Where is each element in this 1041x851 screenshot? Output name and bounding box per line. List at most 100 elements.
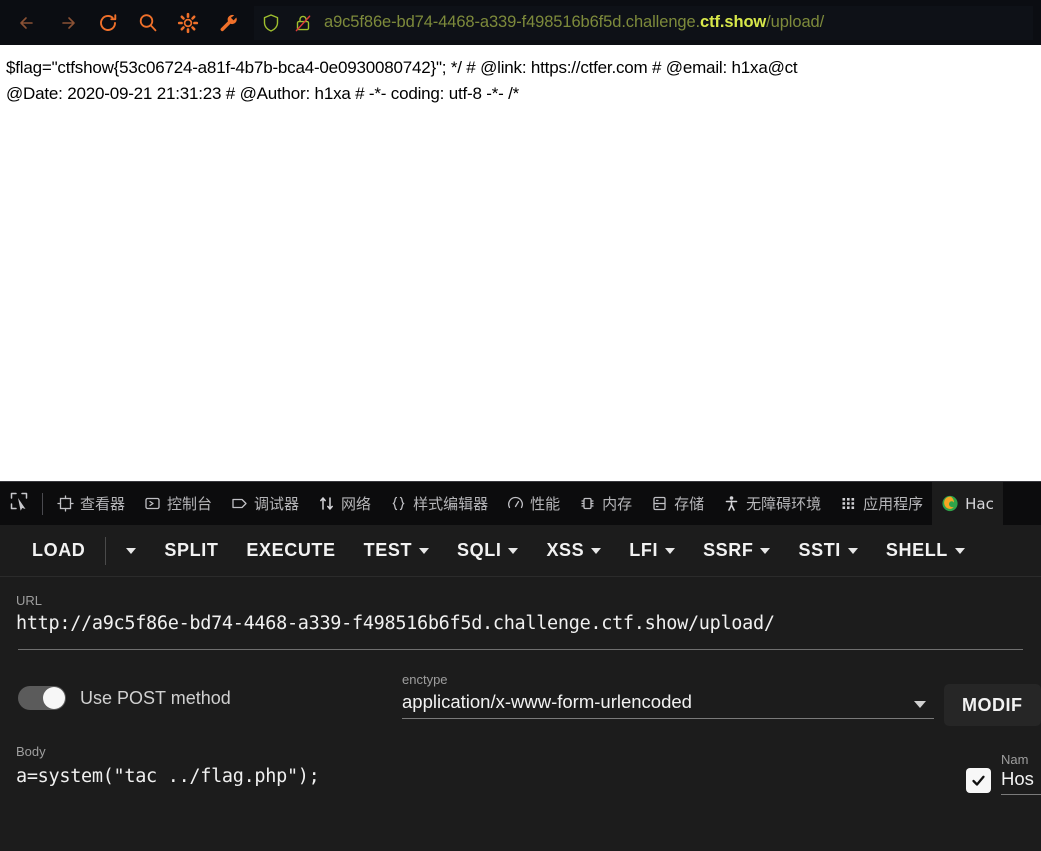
tab-storage[interactable]: 存储 — [641, 482, 713, 525]
tab-performance[interactable]: 性能 — [497, 482, 569, 525]
memory-icon — [578, 495, 596, 513]
tab-hackbar[interactable]: Hac — [932, 482, 1003, 525]
url-prefix: a9c5f86e-bd74-4468-a339-f498516b6f5d.cha… — [324, 13, 701, 31]
ssrf-button-label: SSRF — [703, 540, 754, 560]
body-field-label: Body — [16, 744, 46, 759]
url-host-highlight: ctf.show — [700, 13, 767, 31]
modify-header-button[interactable]: MODIF — [944, 684, 1041, 726]
browser-navigation-bar: a9c5f86e-bd74-4468-a339-f498516b6f5d.cha… — [0, 0, 1041, 45]
ssti-menu-button[interactable]: SSTI — [784, 525, 871, 577]
split-button[interactable]: SPLIT — [150, 525, 232, 577]
search-button[interactable] — [128, 3, 168, 43]
forward-button[interactable] — [48, 3, 88, 43]
settings-button[interactable] — [168, 3, 208, 43]
network-icon — [317, 495, 335, 513]
enctype-field-label: enctype — [402, 672, 448, 687]
test-button-label: TEST — [363, 540, 413, 560]
storage-icon — [650, 495, 668, 513]
url-field-label: URL — [16, 593, 43, 608]
execute-button-label: EXECUTE — [246, 540, 336, 560]
reload-icon — [96, 11, 120, 35]
gear-icon — [176, 11, 200, 35]
chevron-down-icon — [847, 547, 858, 554]
url-bar[interactable]: a9c5f86e-bd74-4468-a339-f498516b6f5d.cha… — [254, 5, 1033, 40]
chevron-down-icon — [954, 547, 965, 554]
element-picker-icon — [9, 491, 29, 516]
tab-console-label: 控制台 — [167, 495, 213, 513]
toggle-knob — [43, 687, 65, 709]
header-row-group: Nam Hos — [966, 744, 1041, 795]
url-input[interactable]: http://a9c5f86e-bd74-4468-a339-f498516b6… — [16, 609, 1025, 639]
body-and-headers-row: Body a=system("tac ../flag.php"); Nam Ho… — [0, 726, 1041, 795]
header-name-input[interactable]: Hos — [1001, 768, 1041, 795]
chevron-down-icon — [760, 547, 771, 554]
back-button[interactable] — [8, 3, 48, 43]
shell-menu-button[interactable]: SHELL — [872, 525, 979, 577]
sqli-menu-button[interactable]: SQLI — [443, 525, 532, 577]
tab-network-label: 网络 — [341, 495, 372, 513]
shell-button-label: SHELL — [885, 540, 948, 560]
hackbar-panel: LOAD SPLIT EXECUTE TEST SQLI XSS LFI SSR… — [0, 525, 1041, 851]
tab-application-label: 应用程序 — [863, 495, 924, 513]
checkmark-icon — [972, 775, 985, 786]
back-arrow-icon — [17, 12, 39, 34]
chevron-down-icon — [508, 547, 519, 554]
tracking-protection-shield-icon[interactable] — [258, 10, 284, 36]
lfi-button-label: LFI — [629, 540, 659, 560]
application-icon — [839, 495, 857, 513]
tab-memory[interactable]: 内存 — [569, 482, 641, 525]
split-button-label: SPLIT — [164, 540, 219, 560]
devtools-tab-bar: 查看器 控制台 调试器 网络 样式编辑器 性能 内存 存储 无障碍环境 应用程序… — [0, 481, 1041, 525]
header-name-label: Nam — [1001, 752, 1029, 767]
method-and-enctype-row: Use POST method enctype application/x-ww… — [0, 650, 1041, 726]
tab-hackbar-label: Hac — [965, 494, 994, 513]
element-picker-button[interactable] — [0, 482, 38, 525]
load-button-label: LOAD — [32, 540, 86, 560]
chevron-down-icon — [419, 547, 430, 554]
tab-accessibility[interactable]: 无障碍环境 — [713, 482, 830, 525]
tab-inspector[interactable]: 查看器 — [47, 482, 134, 525]
chevron-down-icon — [665, 547, 676, 554]
tab-console[interactable]: 控制台 — [134, 482, 221, 525]
load-button[interactable]: LOAD — [18, 525, 99, 577]
sqli-button-label: SQLI — [457, 540, 502, 560]
debugger-icon — [230, 495, 248, 513]
lfi-menu-button[interactable]: LFI — [615, 525, 689, 577]
tab-memory-label: 内存 — [602, 495, 633, 513]
chevron-down-icon — [914, 701, 926, 708]
header-enabled-checkbox[interactable] — [966, 768, 991, 793]
tab-accessibility-label: 无障碍环境 — [746, 495, 822, 513]
chevron-down-icon — [126, 547, 137, 554]
hackbar-toolbar: LOAD SPLIT EXECUTE TEST SQLI XSS LFI SSR… — [0, 525, 1041, 577]
url-text[interactable]: a9c5f86e-bd74-4468-a339-f498516b6f5d.cha… — [324, 13, 824, 32]
tab-style-editor[interactable]: 样式编辑器 — [380, 482, 497, 525]
execute-button[interactable]: EXECUTE — [232, 525, 349, 577]
tab-performance-label: 性能 — [530, 495, 561, 513]
ssti-button-label: SSTI — [798, 540, 841, 560]
tab-network[interactable]: 网络 — [308, 482, 380, 525]
console-icon — [143, 495, 161, 513]
body-input[interactable]: a=system("tac ../flag.php"); — [16, 762, 966, 792]
body-field-group: Body a=system("tac ../flag.php"); — [16, 744, 966, 792]
toolbar-divider — [105, 536, 107, 565]
ssrf-menu-button[interactable]: SSRF — [689, 525, 784, 577]
page-text-line-1: $flag="ctfshow{53c06724-a81f-4b7b-bca4-0… — [6, 58, 798, 77]
tab-debugger[interactable]: 调试器 — [221, 482, 308, 525]
insecure-lock-slash-icon[interactable] — [290, 10, 316, 36]
tab-style-editor-label: 样式编辑器 — [413, 495, 489, 513]
test-menu-button[interactable]: TEST — [350, 525, 443, 577]
tab-application[interactable]: 应用程序 — [830, 482, 932, 525]
url-field-group: URL http://a9c5f86e-bd74-4468-a339-f4985… — [0, 593, 1041, 650]
wrench-icon — [216, 11, 240, 35]
xss-menu-button[interactable]: XSS — [532, 525, 615, 577]
enctype-select[interactable]: application/x-www-form-urlencoded — [402, 691, 934, 719]
load-dropdown-button[interactable] — [112, 525, 150, 577]
tab-debugger-label: 调试器 — [254, 495, 300, 513]
post-method-toggle-group[interactable]: Use POST method — [18, 672, 402, 710]
enctype-field-group: enctype application/x-www-form-urlencode… — [402, 672, 934, 719]
tab-inspector-label: 查看器 — [80, 495, 126, 513]
reload-button[interactable] — [88, 3, 128, 43]
style-editor-icon — [389, 495, 407, 513]
use-post-method-toggle[interactable] — [18, 686, 66, 710]
tools-button[interactable] — [208, 3, 248, 43]
